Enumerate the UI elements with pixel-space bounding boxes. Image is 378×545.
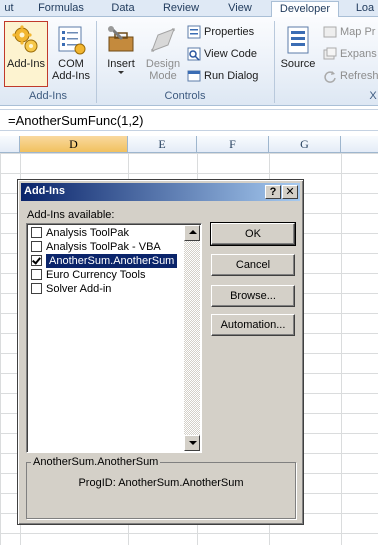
formula-text: =AnotherSumFunc(1,2) bbox=[8, 113, 144, 128]
group-label-xml: X bbox=[369, 90, 377, 102]
source-button[interactable]: Source bbox=[277, 21, 319, 87]
refresh-label: Refresh bbox=[340, 70, 378, 82]
checkbox[interactable] bbox=[31, 227, 42, 238]
gears-icon bbox=[12, 25, 38, 53]
tab-developer[interactable]: Developer bbox=[271, 1, 339, 18]
ribbon: Add-Ins COM Add-Ins Add-Ins Insert Desig… bbox=[0, 17, 378, 106]
formula-bar[interactable]: =AnotherSumFunc(1,2) bbox=[0, 109, 378, 131]
map-properties-button[interactable]: Map Pr bbox=[323, 23, 375, 41]
add-ins-listbox[interactable]: Analysis ToolPak Analysis ToolPak - VBA … bbox=[26, 223, 202, 453]
tab-review[interactable]: Review bbox=[152, 1, 210, 17]
insert-control-button[interactable]: Insert bbox=[101, 21, 141, 87]
listbox-scrollbar[interactable] bbox=[184, 225, 200, 451]
com-add-ins-button[interactable]: COM Add-Ins bbox=[50, 21, 92, 87]
add-ins-label: Add-Ins bbox=[7, 58, 45, 70]
column-header-partial[interactable] bbox=[0, 136, 20, 153]
list-item[interactable]: Analysis ToolPak bbox=[29, 226, 185, 240]
design-label-2: Mode bbox=[149, 70, 177, 82]
list-item-label: AnotherSum.AnotherSum bbox=[46, 254, 178, 268]
tab-data[interactable]: Data bbox=[101, 1, 145, 17]
list-item-label: Solver Add-in bbox=[46, 283, 112, 295]
arrow-up-icon bbox=[189, 230, 197, 234]
group-label-add-ins: Add-Ins bbox=[29, 90, 67, 102]
tab-formulas[interactable]: Formulas bbox=[28, 1, 94, 17]
column-header-e[interactable]: E bbox=[128, 136, 197, 153]
run-dialog-label: Run Dialog bbox=[204, 70, 259, 82]
add-ins-button[interactable]: Add-Ins bbox=[4, 21, 48, 87]
view-code-button[interactable]: View Code bbox=[187, 45, 257, 63]
arrow-down-icon bbox=[189, 441, 197, 445]
list-item[interactable]: Solver Add-in bbox=[29, 282, 185, 296]
checkbox[interactable] bbox=[31, 283, 42, 294]
properties-label: Properties bbox=[204, 26, 255, 38]
tab-load[interactable]: Loa bbox=[345, 1, 378, 17]
list-item-label: Analysis ToolPak - VBA bbox=[46, 241, 161, 253]
add-ins-available-label: Add-Ins available: bbox=[27, 209, 114, 221]
dropdown-arrow-icon bbox=[118, 71, 124, 74]
groupbox-title: AnotherSum.AnotherSum bbox=[31, 456, 161, 468]
scroll-up-button[interactable] bbox=[184, 225, 200, 241]
toolbox-icon bbox=[108, 26, 134, 52]
properties-button[interactable]: Properties bbox=[187, 23, 254, 41]
tab-layout[interactable]: ut bbox=[0, 1, 18, 17]
properties-icon bbox=[187, 25, 201, 39]
dialog-title: Add-Ins bbox=[24, 185, 65, 197]
list-item-label: Euro Currency Tools bbox=[46, 269, 146, 281]
source-label: Source bbox=[280, 58, 316, 70]
browse-button[interactable]: Browse... bbox=[211, 285, 295, 307]
list-item[interactable]: Euro Currency Tools bbox=[29, 268, 185, 282]
tab-view[interactable]: View bbox=[217, 1, 263, 17]
column-header-d[interactable]: D bbox=[20, 136, 128, 153]
expansion-packs-icon bbox=[323, 47, 337, 60]
com-add-ins-icon bbox=[58, 26, 86, 55]
group-separator bbox=[96, 21, 97, 103]
close-button[interactable]: ✕ bbox=[282, 185, 298, 199]
add-ins-available-text: Add-Ins available: bbox=[27, 209, 115, 221]
progid-description: ProgID: AnotherSum.AnotherSum bbox=[78, 477, 244, 489]
view-code-label: View Code bbox=[204, 48, 257, 60]
group-separator bbox=[274, 21, 275, 103]
com-label-1: COM bbox=[58, 58, 84, 70]
checkbox[interactable] bbox=[31, 241, 42, 252]
cancel-button[interactable]: Cancel bbox=[211, 254, 295, 276]
column-header-f[interactable]: F bbox=[197, 136, 269, 153]
insert-label: Insert bbox=[107, 58, 135, 70]
checkbox[interactable] bbox=[31, 255, 42, 266]
refresh-data-button[interactable]: Refresh bbox=[323, 67, 378, 85]
view-code-icon bbox=[187, 47, 201, 61]
checkbox[interactable] bbox=[31, 269, 42, 280]
add-ins-dialog: Add-Ins ? ✕ Add-Ins available: Analysis … bbox=[17, 179, 304, 525]
com-label-2: Add-Ins bbox=[52, 70, 90, 82]
design-mode-icon bbox=[150, 27, 176, 53]
refresh-icon bbox=[324, 71, 336, 83]
scroll-down-button[interactable] bbox=[184, 435, 200, 451]
ok-button[interactable]: OK bbox=[210, 222, 296, 246]
run-dialog-icon bbox=[187, 70, 201, 82]
map-properties-icon bbox=[323, 26, 337, 38]
group-label-controls: Controls bbox=[164, 90, 206, 102]
run-dialog-button[interactable]: Run Dialog bbox=[187, 67, 258, 85]
automation-button[interactable]: Automation... bbox=[211, 314, 295, 336]
list-item[interactable]: Analysis ToolPak - VBA bbox=[29, 240, 185, 254]
expansion-packs-button[interactable]: Expans bbox=[323, 45, 377, 63]
source-icon bbox=[287, 26, 309, 54]
help-button[interactable]: ? bbox=[265, 185, 281, 199]
column-header-next[interactable] bbox=[341, 136, 378, 153]
design-label-1: Design bbox=[145, 58, 181, 70]
list-item[interactable]: AnotherSum.AnotherSum bbox=[29, 254, 185, 268]
expansion-packs-label: Expans bbox=[340, 48, 377, 60]
list-item-label: Analysis ToolPak bbox=[46, 227, 129, 239]
dialog-titlebar[interactable]: Add-Ins ? ✕ bbox=[21, 183, 300, 201]
design-mode-button[interactable]: Design Mode bbox=[142, 21, 184, 87]
description-groupbox: AnotherSum.AnotherSum ProgID: AnotherSum… bbox=[26, 456, 296, 519]
column-header-g[interactable]: G bbox=[269, 136, 341, 153]
map-properties-label: Map Pr bbox=[340, 26, 376, 38]
grid-line bbox=[341, 153, 342, 545]
ribbon-tabs: ut Formulas Data Review View Developer L… bbox=[0, 0, 378, 18]
